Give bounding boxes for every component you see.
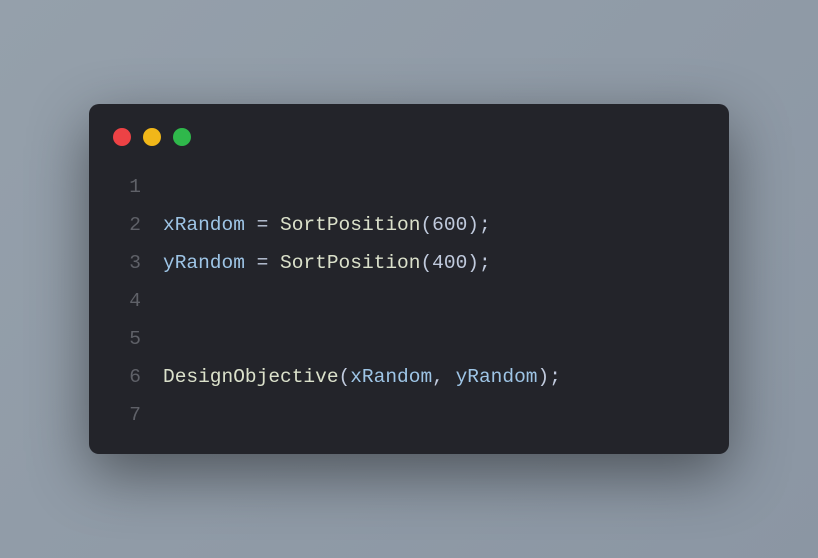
comma-token: ,	[432, 366, 455, 388]
paren-token: )	[467, 214, 479, 236]
variable-token: yRandom	[163, 252, 245, 274]
line-number: 1	[113, 168, 141, 206]
operator-token: =	[245, 252, 280, 274]
line-number: 4	[113, 282, 141, 320]
code-text: DesignObjective(xRandom, yRandom);	[163, 358, 561, 396]
number-token: 600	[432, 214, 467, 236]
function-token: SortPosition	[280, 252, 420, 274]
code-line: 2 xRandom = SortPosition(600);	[113, 206, 705, 244]
semicolon-token: ;	[479, 214, 491, 236]
line-number: 2	[113, 206, 141, 244]
line-number: 7	[113, 396, 141, 434]
code-line: 1	[113, 168, 705, 206]
semicolon-token: ;	[479, 252, 491, 274]
variable-token: yRandom	[456, 366, 538, 388]
close-icon[interactable]	[113, 128, 131, 146]
code-line: 5	[113, 320, 705, 358]
minimize-icon[interactable]	[143, 128, 161, 146]
code-line: 3 yRandom = SortPosition(400);	[113, 244, 705, 282]
line-number: 3	[113, 244, 141, 282]
semicolon-token: ;	[549, 366, 561, 388]
maximize-icon[interactable]	[173, 128, 191, 146]
line-number: 5	[113, 320, 141, 358]
code-content-area[interactable]: 1 2 xRandom = SortPosition(600); 3 yRand…	[89, 168, 729, 434]
paren-token: (	[420, 252, 432, 274]
variable-token: xRandom	[163, 214, 245, 236]
code-text: xRandom = SortPosition(600);	[163, 206, 491, 244]
code-text: yRandom = SortPosition(400);	[163, 244, 491, 282]
paren-token: )	[537, 366, 549, 388]
function-token: DesignObjective	[163, 366, 339, 388]
code-line: 4	[113, 282, 705, 320]
variable-token: xRandom	[350, 366, 432, 388]
paren-token: (	[339, 366, 351, 388]
line-number: 6	[113, 358, 141, 396]
paren-token: (	[420, 214, 432, 236]
paren-token: )	[467, 252, 479, 274]
code-editor-window: 1 2 xRandom = SortPosition(600); 3 yRand…	[89, 104, 729, 454]
code-line: 6 DesignObjective(xRandom, yRandom);	[113, 358, 705, 396]
window-traffic-lights	[89, 128, 729, 168]
function-token: SortPosition	[280, 214, 420, 236]
operator-token: =	[245, 214, 280, 236]
code-line: 7	[113, 396, 705, 434]
number-token: 400	[432, 252, 467, 274]
